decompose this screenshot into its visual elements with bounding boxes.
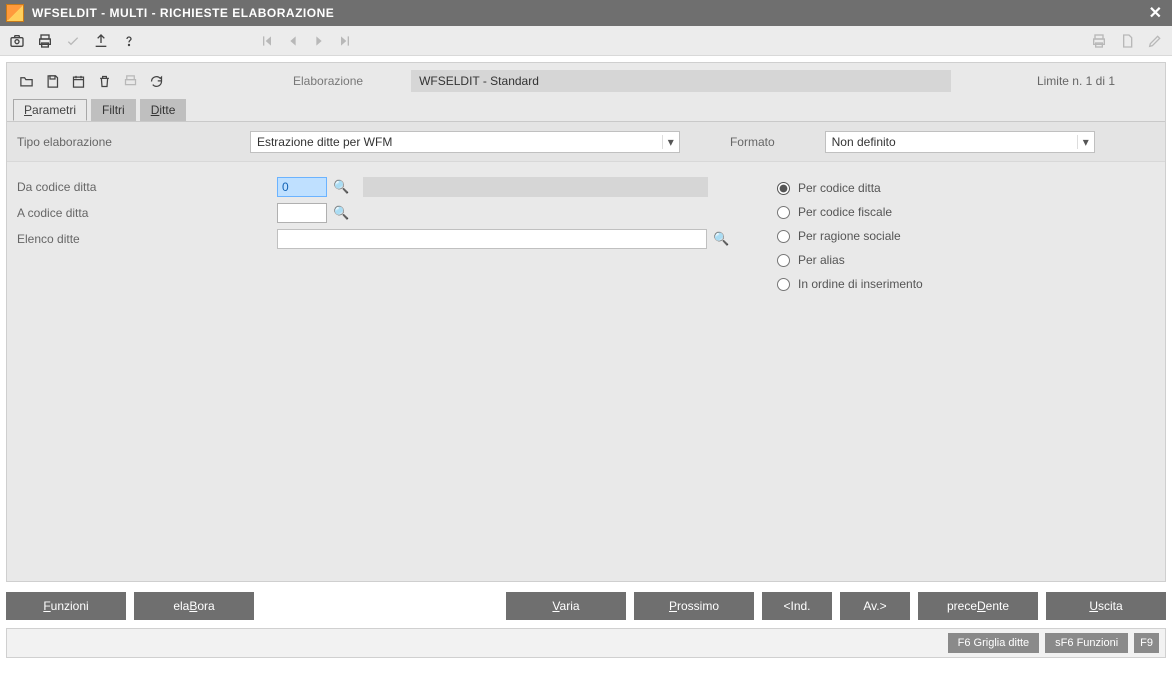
toolbar (0, 26, 1172, 56)
av-button[interactable]: Av.> (840, 592, 910, 620)
lookup-icon[interactable]: 🔍 (713, 231, 729, 247)
main-panel: Elaborazione WFSELDIT - Standard Limite … (6, 62, 1166, 582)
top-row: Tipo elaborazione ▾ Formato ▾ (7, 122, 1165, 162)
close-icon[interactable]: ✕ (1145, 3, 1166, 23)
f6-griglia-button[interactable]: F6 Griglia ditte (948, 633, 1040, 653)
funzioni-button[interactable]: Funzioni (6, 592, 126, 620)
elaborazione-label: Elaborazione (293, 74, 363, 88)
radio-codice-ditta[interactable]: Per codice ditta (777, 176, 1155, 200)
elenco-input[interactable] (277, 229, 707, 249)
print3-icon (121, 72, 139, 90)
check-icon (64, 32, 82, 50)
lookup-icon[interactable]: 🔍 (333, 179, 349, 195)
lookup-icon[interactable]: 🔍 (333, 205, 349, 221)
tipo-input[interactable] (251, 135, 662, 149)
formato-input[interactable] (826, 135, 1077, 149)
varia-button[interactable]: Varia (506, 592, 626, 620)
first-icon (258, 32, 276, 50)
precedente-button[interactable]: preceDente (918, 592, 1038, 620)
da-codice-desc (363, 177, 708, 197)
calendar-icon[interactable] (69, 72, 87, 90)
elabora-button[interactable]: elaBora (134, 592, 254, 620)
sort-radios: Per codice ditta Per codice fiscale Per … (777, 174, 1155, 296)
tipo-label: Tipo elaborazione (17, 135, 112, 149)
camera-icon[interactable] (8, 32, 26, 50)
folder-icon[interactable] (17, 72, 35, 90)
refresh-icon[interactable] (147, 72, 165, 90)
radio-ragione-sociale[interactable]: Per ragione sociale (777, 224, 1155, 248)
last-icon (336, 32, 354, 50)
elaborazione-value: WFSELDIT - Standard (411, 70, 951, 92)
trash-icon[interactable] (95, 72, 113, 90)
next-icon (310, 32, 328, 50)
upload-icon[interactable] (92, 32, 110, 50)
tabs: Parametri Filtri Ditte (7, 99, 1165, 121)
button-bar: Funzioni elaBora Varia Prossimo <Ind. Av… (0, 582, 1172, 628)
status-bar: F6 Griglia ditte sF6 Funzioni F9 (6, 628, 1166, 658)
help-icon[interactable] (120, 32, 138, 50)
titlebar: WFSELDIT - MULTI - RICHIESTE ELABORAZION… (0, 0, 1172, 26)
radio-codice-fiscale[interactable]: Per codice fiscale (777, 200, 1155, 224)
document-icon (1118, 32, 1136, 50)
ind-button[interactable]: <Ind. (762, 592, 832, 620)
save-icon[interactable] (43, 72, 61, 90)
tab-ditte[interactable]: Ditte (140, 99, 187, 121)
header-strip: Elaborazione WFSELDIT - Standard Limite … (7, 63, 1165, 99)
tipo-combo[interactable]: ▾ (250, 131, 680, 153)
a-codice-label: A codice ditta (17, 206, 277, 220)
tab-parametri[interactable]: Parametri (13, 99, 87, 121)
tab-body: Tipo elaborazione ▾ Formato ▾ Da codice … (7, 121, 1165, 581)
window-title: WFSELDIT - MULTI - RICHIESTE ELABORAZION… (32, 6, 1145, 20)
tab-filtri[interactable]: Filtri (91, 99, 136, 121)
print-icon[interactable] (36, 32, 54, 50)
formato-combo[interactable]: ▾ (825, 131, 1095, 153)
caret-down-icon[interactable]: ▾ (662, 135, 679, 149)
prev-icon (284, 32, 302, 50)
sf6-funzioni-button[interactable]: sF6 Funzioni (1045, 633, 1128, 653)
edit-icon (1146, 32, 1164, 50)
formato-label: Formato (730, 135, 775, 149)
a-codice-input[interactable] (277, 203, 327, 223)
da-codice-input[interactable] (277, 177, 327, 197)
uscita-button[interactable]: Uscita (1046, 592, 1166, 620)
caret-down-icon[interactable]: ▾ (1077, 135, 1094, 149)
elenco-label: Elenco ditte (17, 232, 277, 246)
print2-icon (1090, 32, 1108, 50)
radio-alias[interactable]: Per alias (777, 248, 1155, 272)
prossimo-button[interactable]: Prossimo (634, 592, 754, 620)
limit-text: Limite n. 1 di 1 (1037, 74, 1115, 88)
f9-button[interactable]: F9 (1134, 633, 1159, 653)
app-logo-icon (6, 4, 24, 22)
radio-ordine-inserimento[interactable]: In ordine di inserimento (777, 272, 1155, 296)
da-codice-label: Da codice ditta (17, 180, 277, 194)
